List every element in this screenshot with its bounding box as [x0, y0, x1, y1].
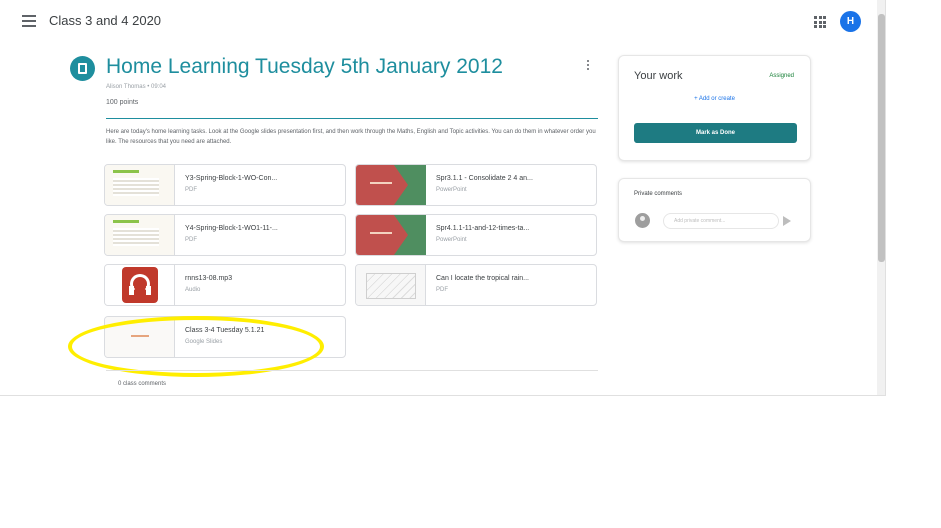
audio-thumbnail: [105, 265, 175, 305]
mark-as-done-button[interactable]: Mark as Done: [634, 123, 797, 143]
attachment-type: PowerPoint: [436, 187, 467, 193]
class-name[interactable]: Class 3 and 4 2020: [49, 13, 161, 28]
highlight-ellipse: [68, 316, 324, 377]
scrollbar-thumb[interactable]: [878, 14, 885, 262]
menu-icon[interactable]: [22, 15, 36, 27]
send-icon[interactable]: [783, 216, 791, 226]
user-avatar: [635, 213, 650, 228]
comments-divider: [106, 370, 598, 371]
assignment-title: Home Learning Tuesday 5th January 2012: [106, 55, 503, 78]
headphones-icon: [122, 267, 158, 303]
your-work-card: Your work Assigned + Add or create Mark …: [618, 55, 811, 161]
attachment-type: PDF: [185, 187, 197, 193]
status-badge: Assigned: [769, 73, 794, 79]
private-comment-input[interactable]: Add private comment...: [663, 213, 779, 229]
your-work-title: Your work: [634, 70, 683, 82]
page-frame: Class 3 and 4 2020 H Home Learning Tuesd…: [0, 0, 941, 528]
attachment-card[interactable]: Spr4.1.1-11-and-12-times-ta... PowerPoin…: [355, 214, 597, 256]
attachment-card[interactable]: rnns13-08.mp3 Audio: [104, 264, 346, 306]
private-comments-card: Private comments Add private comment...: [618, 178, 811, 242]
attachment-name: Spr3.1.1 - Consolidate 2 4 an...: [436, 175, 533, 182]
attachment-type: PDF: [436, 287, 448, 293]
attachment-name: Y3-Spring-Block-1-WO-Con...: [185, 175, 278, 182]
add-or-create-button[interactable]: + Add or create: [619, 96, 810, 102]
map-thumbnail: [356, 265, 426, 305]
account-avatar[interactable]: H: [840, 11, 861, 32]
attachment-type: PowerPoint: [436, 237, 467, 243]
attachment-name: Y4-Spring-Block-1-WO1-11-...: [185, 225, 278, 232]
assignment-icon: [70, 56, 95, 81]
title-divider: [106, 118, 598, 119]
more-options-icon[interactable]: [586, 60, 590, 74]
attachment-name: Can I locate the tropical rain...: [436, 275, 529, 282]
apps-grid-icon[interactable]: [814, 16, 826, 28]
assignment-meta: Alison Thomas • 09:04: [106, 84, 167, 90]
pdf-thumbnail: [105, 165, 175, 205]
classroom-window: Class 3 and 4 2020 H Home Learning Tuesd…: [0, 0, 886, 396]
attachment-name: rnns13-08.mp3: [185, 275, 233, 282]
powerpoint-thumbnail: [356, 165, 426, 205]
top-bar: Class 3 and 4 2020 H: [0, 0, 876, 44]
attachment-type: PDF: [185, 237, 197, 243]
powerpoint-thumbnail: [356, 215, 426, 255]
attachment-type: Audio: [185, 287, 201, 293]
assignment-instructions: Here are today's home learning tasks. Lo…: [106, 129, 596, 145]
class-comments-link[interactable]: 0 class comments: [118, 381, 166, 387]
attachment-card[interactable]: Spr3.1.1 - Consolidate 2 4 an... PowerPo…: [355, 164, 597, 206]
attachment-name: Spr4.1.1-11-and-12-times-ta...: [436, 225, 530, 232]
private-comments-title: Private comments: [634, 191, 683, 197]
attachment-card[interactable]: Y4-Spring-Block-1-WO1-11-... PDF: [104, 214, 346, 256]
attachment-card[interactable]: Can I locate the tropical rain... PDF: [355, 264, 597, 306]
pdf-thumbnail: [105, 215, 175, 255]
assignment-points: 100 points: [106, 99, 139, 106]
attachment-card[interactable]: Y3-Spring-Block-1-WO-Con... PDF: [104, 164, 346, 206]
